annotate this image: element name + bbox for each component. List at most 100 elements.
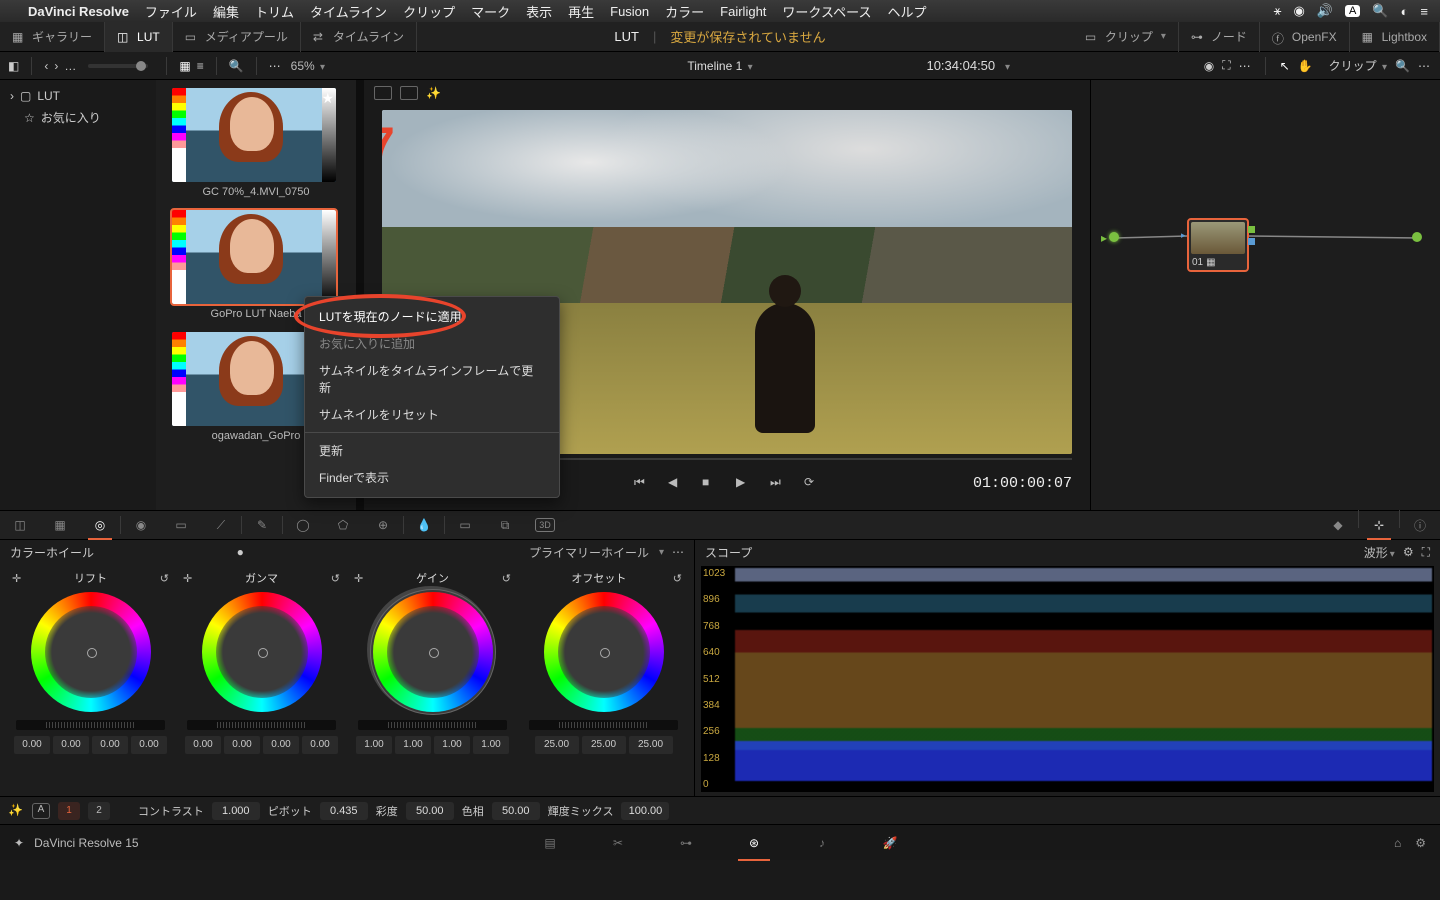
deliver-page-icon[interactable]: 🚀 (880, 833, 900, 853)
lift-y[interactable]: 0.00 (14, 736, 50, 754)
ctx-add-favorite[interactable]: お気に入りに追加 (305, 330, 559, 357)
menu-timeline[interactable]: タイムライン (310, 2, 387, 21)
wheels-options-icon[interactable]: ⋯ (672, 545, 684, 559)
color-wheels-icon[interactable]: ◎ (80, 510, 120, 540)
gamma-b[interactable]: 0.00 (302, 736, 338, 754)
picker-icon[interactable]: ✛ (354, 572, 363, 585)
menu-fusion[interactable]: Fusion (610, 4, 649, 19)
fairlight-page-icon[interactable]: ♪ (812, 833, 832, 853)
viewer-mode-1-icon[interactable] (374, 86, 392, 100)
auto-a-icon[interactable]: A (32, 803, 50, 819)
pivot-value[interactable]: 0.435 (320, 802, 368, 820)
gain-master-slider[interactable] (358, 720, 507, 730)
fusion-page-icon[interactable]: ⊶ (676, 833, 696, 853)
search-icon[interactable]: 🔍 (229, 59, 244, 73)
clips-tab[interactable]: ▭クリップ▾ (1073, 22, 1179, 52)
timeline-tab[interactable]: ⇄タイムライン (301, 22, 417, 52)
menu-clip[interactable]: クリップ (403, 2, 455, 21)
lift-g[interactable]: 0.00 (92, 736, 128, 754)
wheels-mode-dropdown[interactable]: プライマリーホイール▾⋯ (529, 544, 684, 561)
sidebar-toggle-icon[interactable]: ◧ (8, 59, 19, 73)
hand-icon[interactable]: ✋ (1298, 59, 1313, 73)
scopes-icon[interactable]: ⊹ (1359, 510, 1399, 540)
menu-color[interactable]: カラー (665, 2, 704, 21)
menu-help[interactable]: ヘルプ (887, 2, 926, 21)
offset-master-slider[interactable] (529, 720, 678, 730)
lut-tab[interactable]: ◫LUT (105, 22, 173, 52)
page-2-tab[interactable]: 2 (88, 802, 110, 820)
nodes-tab[interactable]: ⊶ノード (1179, 22, 1260, 52)
gamma-y[interactable]: 0.00 (185, 736, 221, 754)
home-icon[interactable]: ⌂ (1394, 836, 1401, 850)
graph-input-icon[interactable]: ▸ (1109, 232, 1119, 242)
ctx-reset-thumbnail[interactable]: サムネイルをリセット (305, 401, 559, 428)
grid-view-icon[interactable]: ▦ (179, 59, 190, 73)
reset-icon[interactable]: ↺ (160, 572, 169, 585)
camera-raw-icon[interactable]: ◫ (0, 510, 40, 540)
gallery-tab[interactable]: ▦ギャラリー (0, 22, 105, 52)
step-fwd-icon[interactable]: ⏭ (770, 475, 786, 491)
viewer-timecode[interactable]: 10:34:04:50 ▾ (926, 58, 1010, 74)
viewer-options-icon[interactable]: ⋯ (1239, 59, 1251, 73)
mediapool-tab[interactable]: ▭メディアプール (173, 22, 301, 52)
keyframes-icon[interactable]: ◆ (1318, 510, 1358, 540)
rgb-mixer-icon[interactable]: ◉ (121, 510, 161, 540)
color-match-icon[interactable]: ▦ (40, 510, 80, 540)
media-page-icon[interactable]: ▤ (540, 833, 560, 853)
list-view-icon[interactable]: ≡ (197, 59, 204, 73)
reset-icon[interactable]: ↺ (673, 572, 682, 585)
openfx-tab[interactable]: ⓕOpenFX (1260, 22, 1350, 52)
lummix-value[interactable]: 100.00 (621, 802, 669, 820)
menu-fairlight[interactable]: Fairlight (720, 4, 766, 19)
scope-expand-icon[interactable]: ⛶ (1422, 545, 1430, 560)
loop-toggle-icon[interactable]: ⟳ (804, 475, 820, 491)
options-icon[interactable]: ⋯ (269, 59, 281, 73)
scope-mode-dropdown[interactable]: 波形▾ (1364, 544, 1395, 561)
gain-y[interactable]: 1.00 (356, 736, 392, 754)
siri-icon[interactable]: ◐ (1401, 4, 1409, 19)
gain-color-wheel[interactable] (373, 592, 493, 712)
gain-r[interactable]: 1.00 (395, 736, 431, 754)
breadcrumb[interactable]: … (64, 59, 76, 73)
lightbox-tab[interactable]: ▦Lightbox (1350, 22, 1440, 52)
node-graph[interactable]: ▸ ▸ 01▦ (1091, 106, 1440, 510)
contrast-value[interactable]: 1.000 (212, 802, 260, 820)
graph-output-icon[interactable] (1412, 232, 1422, 242)
app-name[interactable]: DaVinci Resolve (28, 4, 129, 19)
color-node[interactable]: ▸ 01▦ (1187, 218, 1249, 272)
gamma-g[interactable]: 0.00 (263, 736, 299, 754)
step-back-icon[interactable]: ◀ (668, 475, 684, 491)
menu-edit[interactable]: 編集 (213, 2, 239, 21)
motion-effects-icon[interactable]: ▭ (161, 510, 201, 540)
bluetooth-icon[interactable]: ⚹ (1274, 3, 1282, 19)
ctx-update-thumbnail[interactable]: サムネイルをタイムラインフレームで更新 (305, 357, 559, 401)
lift-color-wheel[interactable] (31, 592, 151, 712)
reset-icon[interactable]: ↺ (502, 572, 511, 585)
play-icon[interactable]: ▶ (736, 475, 752, 491)
notification-icon[interactable]: ≡ (1420, 4, 1428, 19)
nodes-zoom-icon[interactable]: 🔍 (1395, 59, 1410, 73)
sidebar-favorites[interactable]: ☆お気に入り (10, 106, 146, 129)
color-scope-icon[interactable]: ◉ (1204, 59, 1214, 73)
spotlight-icon[interactable]: 🔍 (1372, 3, 1388, 19)
wifi-icon[interactable]: ◉ (1293, 3, 1304, 19)
volume-icon[interactable]: 🔊 (1317, 3, 1333, 19)
menu-trim[interactable]: トリム (255, 2, 294, 21)
info-icon[interactable]: ⓘ (1400, 510, 1440, 540)
3d-icon[interactable]: 3D (525, 510, 565, 540)
timeline-name[interactable]: Timeline 1 ▾ (687, 59, 752, 73)
gamma-color-wheel[interactable] (202, 592, 322, 712)
menu-view[interactable]: 表示 (526, 2, 552, 21)
edit-page-icon[interactable]: ✂ (608, 833, 628, 853)
gamma-master-slider[interactable] (187, 720, 336, 730)
first-frame-icon[interactable]: ⏮ (634, 475, 650, 491)
ctx-refresh[interactable]: 更新 (305, 437, 559, 464)
viewer-mode-2-icon[interactable] (400, 86, 418, 100)
lift-master-slider[interactable] (16, 720, 165, 730)
nodes-options-icon[interactable]: ⋯ (1418, 59, 1430, 73)
tracker-icon[interactable]: ⊕ (363, 510, 403, 540)
ctx-reveal-finder[interactable]: Finderで表示 (305, 464, 559, 491)
reset-icon[interactable]: ↺ (331, 572, 340, 585)
offset-g[interactable]: 25.00 (582, 736, 626, 754)
expand-icon[interactable]: ⛶ (1222, 58, 1230, 73)
